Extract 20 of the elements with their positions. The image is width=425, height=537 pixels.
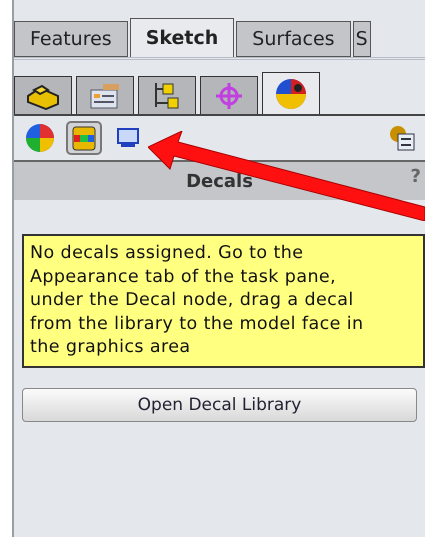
properties-icon bbox=[89, 82, 121, 110]
crosshair-icon bbox=[214, 80, 244, 110]
open-library-button[interactable]: Open Decal Library bbox=[22, 388, 417, 422]
panel-tab[interactable] bbox=[14, 76, 72, 114]
panel-tab[interactable] bbox=[76, 76, 134, 114]
tab[interactable]: Surfaces bbox=[236, 21, 351, 57]
panel-tab[interactable] bbox=[138, 76, 196, 114]
tab[interactable]: S bbox=[352, 21, 371, 57]
arrow-icon bbox=[148, 131, 425, 221]
section-title: Decals bbox=[186, 170, 253, 192]
toolbar-button[interactable] bbox=[66, 121, 102, 155]
color-ball-icon bbox=[24, 122, 56, 154]
decal-jar-icon bbox=[71, 124, 97, 152]
tab[interactable]: Sketch bbox=[130, 18, 234, 57]
tab[interactable]: Features bbox=[14, 21, 128, 57]
panel-tab[interactable] bbox=[262, 72, 320, 114]
panel-tab[interactable] bbox=[200, 76, 258, 114]
settings-list-icon[interactable] bbox=[387, 123, 417, 153]
color-ball-icon bbox=[274, 76, 308, 110]
info-message: No decals assigned. Go to the Appearance tab of the task pane, under the Decal node, drag a decal from the library to the model face in the graphics area bbox=[22, 234, 425, 368]
